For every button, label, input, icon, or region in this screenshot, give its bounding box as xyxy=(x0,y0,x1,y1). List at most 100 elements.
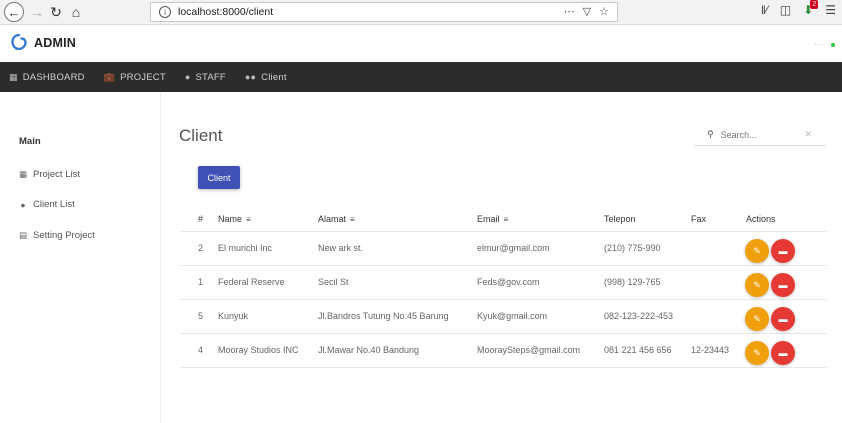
pocket-icon[interactable]: ▽ xyxy=(583,5,591,18)
cell-telepon: (998) 129-765 xyxy=(604,277,661,287)
more-options-icon[interactable]: ⋯ xyxy=(564,5,575,18)
search-field[interactable]: ⚲ ✕ xyxy=(694,124,826,146)
table-row[interactable]: 5 Kunyuk Jl.Bandros Tutung No.45 Barung … xyxy=(180,300,827,334)
nav-item-staff[interactable]: ● STAFF xyxy=(185,72,226,83)
nav-item-label: DASHBOARD xyxy=(22,71,85,83)
bookmark-star-icon[interactable]: ☆ xyxy=(599,5,609,18)
nav-item-label: PROJECT xyxy=(120,71,166,83)
brand-title[interactable]: ADMIN xyxy=(34,36,76,50)
download-icon[interactable]: ⬇ 2 xyxy=(803,0,819,17)
pencil-icon: ✎ xyxy=(753,245,761,256)
edit-button[interactable]: ✎ xyxy=(745,307,769,331)
sidebar-toggle-icon[interactable]: ◫ xyxy=(780,3,791,17)
more-dots-icon[interactable]: ... xyxy=(814,38,824,47)
edit-button[interactable]: ✎ xyxy=(745,341,769,365)
browser-toolbar: ← → ↻ ⌂ i localhost:8000/client ⋯ ▽ ☆ ‖⁄… xyxy=(0,0,842,25)
column-header-alamat[interactable]: Alamat ≡ xyxy=(318,214,355,224)
address-bar[interactable]: i localhost:8000/client ⋯ ▽ ☆ xyxy=(150,2,618,22)
edit-button[interactable]: ✎ xyxy=(745,273,769,297)
cell-email: MooraySteps@gmail.com xyxy=(477,345,581,355)
add-client-button[interactable]: Client xyxy=(198,166,240,189)
reload-icon[interactable]: ↻ xyxy=(46,2,66,22)
cell-telepon: (210) 775-990 xyxy=(604,243,661,253)
nav-item-client[interactable]: ●● Client xyxy=(245,72,287,83)
sort-icon[interactable]: ≡ xyxy=(350,215,355,224)
search-icon: ⚲ xyxy=(707,129,714,139)
table-row[interactable]: 4 Mooray Studios INC Jl.Mawar No.40 Band… xyxy=(180,334,827,368)
back-arrow-icon[interactable]: ← xyxy=(4,2,24,22)
cell-id: 1 xyxy=(198,277,204,287)
url-text[interactable]: localhost:8000/client xyxy=(178,6,273,18)
grid-icon: ▦ xyxy=(19,169,28,179)
cell-fax: 12-23443 xyxy=(691,345,730,355)
info-icon[interactable]: i xyxy=(159,6,171,18)
sidebar-item-label: Setting Project xyxy=(33,230,95,241)
column-header-number: # xyxy=(198,214,204,224)
home-icon[interactable]: ⌂ xyxy=(66,2,86,22)
cell-alamat: Jl.Mawar No.40 Bandung xyxy=(318,345,420,355)
delete-button[interactable]: ▬ xyxy=(771,341,795,365)
sidebar-item-setting-project[interactable]: ▤ Setting Project xyxy=(19,230,95,241)
nav-item-project[interactable]: 💼 PROJECT xyxy=(104,72,166,83)
table-row[interactable]: 2 El murichi Inc New ark st. elmur@gmail… xyxy=(180,232,827,266)
forward-arrow-icon[interactable]: → xyxy=(27,2,47,22)
cell-telepon: 082-123-222-453 xyxy=(604,311,674,321)
sidebar-item-client-list[interactable]: ● Client List xyxy=(19,199,75,210)
trash-icon: ▬ xyxy=(778,314,788,324)
nav-item-dashboard[interactable]: ▦ DASHBOARD xyxy=(9,72,85,83)
column-header-label: Email xyxy=(477,214,500,224)
pencil-icon: ✎ xyxy=(753,347,761,358)
cell-name: Mooray Studios INC xyxy=(218,345,299,355)
sort-icon[interactable]: ≡ xyxy=(504,215,509,224)
clear-icon[interactable]: ✕ xyxy=(804,129,812,140)
table-row[interactable]: 1 Federal Reserve Secil St Feds@gov.com … xyxy=(180,266,827,300)
sidebar: Main ▦ Project List ● Client List ▤ Sett… xyxy=(0,92,161,423)
trash-icon: ▬ xyxy=(778,348,788,358)
nav-item-label: Client xyxy=(261,71,287,83)
cell-name: Federal Reserve xyxy=(218,277,285,287)
library-icon[interactable]: ‖⁄ xyxy=(761,3,768,17)
client-table: # Name ≡ Alamat ≡ Email ≡ Telepon Fax Actio… xyxy=(180,204,827,368)
delete-button[interactable]: ▬ xyxy=(771,273,795,297)
cell-email: elmur@gmail.com xyxy=(477,243,550,253)
pencil-icon: ✎ xyxy=(753,279,761,290)
trash-icon: ▬ xyxy=(778,246,788,256)
delete-button[interactable]: ▬ xyxy=(771,307,795,331)
page-title: Client xyxy=(179,126,223,145)
table-header: # Name ≡ Alamat ≡ Email ≡ Telepon Fax Actio… xyxy=(180,204,827,232)
cell-alamat: Secil St xyxy=(318,277,349,287)
cell-telepon: 081 221 456 656 xyxy=(604,345,672,355)
column-header-telepon: Telepon xyxy=(604,214,636,224)
column-header-label: Alamat xyxy=(318,214,347,224)
logo-icon[interactable] xyxy=(11,34,27,50)
cell-alamat: New ark st. xyxy=(318,243,364,253)
cell-name: El murichi Inc xyxy=(218,243,273,253)
cell-email: Feds@gov.com xyxy=(477,277,540,287)
status-dot-icon xyxy=(831,43,835,47)
sidebar-item-label: Project List xyxy=(33,169,80,180)
column-header-email[interactable]: Email ≡ xyxy=(477,214,508,224)
sort-icon[interactable]: ≡ xyxy=(246,215,251,224)
app-header: ADMIN ... xyxy=(0,25,842,62)
pencil-icon: ✎ xyxy=(753,313,761,324)
hamburger-menu-icon[interactable]: ☰ xyxy=(825,3,836,17)
cell-alamat: Jl.Bandros Tutung No.45 Barung xyxy=(318,311,449,321)
sidebar-heading: Main xyxy=(19,136,41,147)
dashboard-icon: ▦ xyxy=(9,71,18,82)
edit-button[interactable]: ✎ xyxy=(745,239,769,263)
search-input[interactable] xyxy=(720,129,801,140)
cell-id: 5 xyxy=(198,311,204,321)
main-navigation: ▦ DASHBOARD 💼 PROJECT ● STAFF ●● Client xyxy=(0,62,842,92)
person-icon: ● xyxy=(184,72,191,82)
people-icon: ● xyxy=(20,199,26,210)
column-header-actions: Actions xyxy=(746,214,776,224)
delete-button[interactable]: ▬ xyxy=(771,239,795,263)
nav-item-label: STAFF xyxy=(195,71,226,83)
sidebar-item-project-list[interactable]: ▦ Project List xyxy=(19,169,80,180)
column-header-label: Name xyxy=(218,214,243,224)
people-icon: ●● xyxy=(244,72,257,82)
column-header-name[interactable]: Name ≡ xyxy=(218,214,251,224)
sidebar-item-label: Client List xyxy=(33,199,75,210)
cell-id: 2 xyxy=(198,243,204,253)
cell-name: Kunyuk xyxy=(218,311,249,321)
